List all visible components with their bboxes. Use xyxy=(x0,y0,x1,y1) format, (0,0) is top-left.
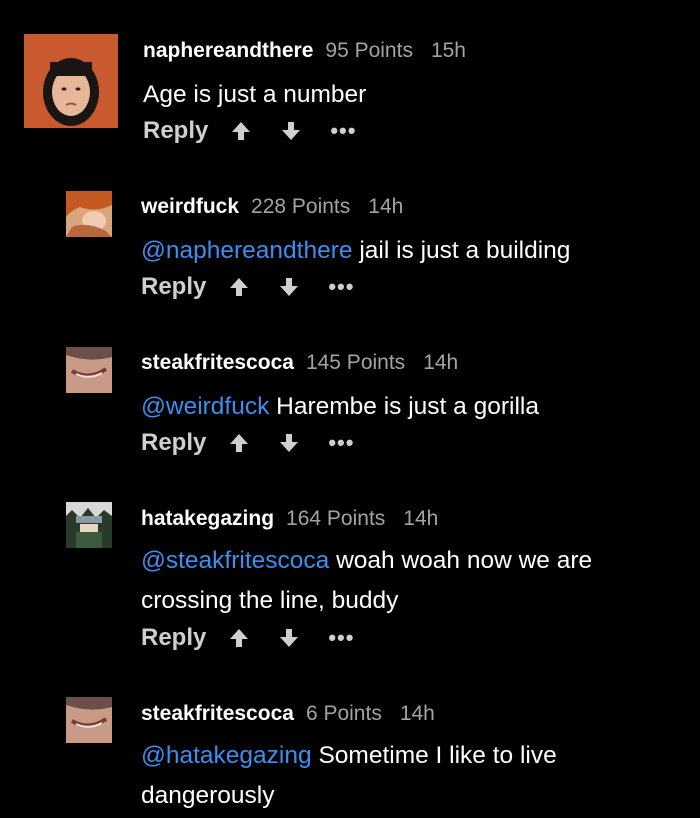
mention-link[interactable]: @hatakegazing xyxy=(141,742,312,769)
points-count: 145 Points xyxy=(305,351,406,374)
points-count: 228 Points xyxy=(251,195,351,218)
arrow-up-icon[interactable] xyxy=(228,432,250,454)
mention-link[interactable]: @weirdfuck xyxy=(141,393,269,420)
comment-body: Harembe is just a gorilla xyxy=(269,393,539,420)
comment-meta: hatakegazing 164 Points 14h xyxy=(141,506,438,532)
arrow-up-icon[interactable] xyxy=(228,276,250,298)
comment-meta: weirdfuck 228 Points 14h xyxy=(141,194,403,220)
more-dots-icon[interactable]: ••• xyxy=(328,430,354,456)
points-count: 6 Points xyxy=(305,702,382,725)
avatar[interactable] xyxy=(66,347,112,393)
comment-meta: steakfritescoca 145 Points 14h xyxy=(141,350,458,376)
username[interactable]: naphereandthere xyxy=(143,39,313,62)
comment-text: @weirdfuck Harembe is just a gorilla xyxy=(141,387,681,427)
timestamp: 14h xyxy=(368,195,404,218)
comment-text: Age is just a number xyxy=(143,75,683,115)
arrow-up-icon[interactable] xyxy=(230,120,252,142)
reply-button[interactable]: Reply xyxy=(141,429,206,457)
comment-actions: Reply ••• xyxy=(141,624,354,652)
comment-actions: Reply ••• xyxy=(141,429,354,457)
username[interactable]: weirdfuck xyxy=(141,195,239,218)
comment-text: @steakfritescoca woah woah now we are cr… xyxy=(141,541,681,621)
comment-body: jail is just a building xyxy=(352,237,571,264)
comment-actions: Reply ••• xyxy=(141,273,354,301)
avatar[interactable] xyxy=(66,191,112,237)
arrow-down-icon[interactable] xyxy=(280,120,302,142)
comment-meta: naphereandthere 95 Points 15h xyxy=(143,38,466,64)
points-count: 164 Points xyxy=(286,507,386,530)
username[interactable]: steakfritescoca xyxy=(141,702,294,725)
reply-button[interactable]: Reply xyxy=(141,273,206,301)
reply-button[interactable]: Reply xyxy=(143,117,208,145)
timestamp: 14h xyxy=(403,507,439,530)
arrow-down-icon[interactable] xyxy=(278,432,300,454)
more-dots-icon[interactable]: ••• xyxy=(328,274,354,300)
username[interactable]: steakfritescoca xyxy=(141,351,294,374)
avatar[interactable] xyxy=(66,502,112,548)
timestamp: 15h xyxy=(430,39,466,62)
mention-link[interactable]: @steakfritescoca xyxy=(141,547,329,574)
timestamp: 14h xyxy=(399,702,435,725)
more-dots-icon[interactable]: ••• xyxy=(330,118,356,144)
arrow-up-icon[interactable] xyxy=(228,627,250,649)
comment-actions: Reply ••• xyxy=(143,117,356,145)
arrow-down-icon[interactable] xyxy=(278,627,300,649)
more-dots-icon[interactable]: ••• xyxy=(328,625,354,651)
avatar[interactable] xyxy=(66,697,112,743)
timestamp: 14h xyxy=(423,351,459,374)
comment-body: Age is just a number xyxy=(143,81,367,108)
mention-link[interactable]: @naphereandthere xyxy=(141,237,353,264)
reply-button[interactable]: Reply xyxy=(141,624,206,652)
comment-text: @hatakegazing Sometime I like to live da… xyxy=(141,736,681,816)
comment-meta: steakfritescoca 6 Points 14h xyxy=(141,701,435,727)
points-count: 95 Points xyxy=(325,39,413,62)
comment-text: @naphereandthere jail is just a building xyxy=(141,231,681,271)
arrow-down-icon[interactable] xyxy=(278,276,300,298)
username[interactable]: hatakegazing xyxy=(141,507,274,530)
avatar[interactable] xyxy=(24,34,118,128)
